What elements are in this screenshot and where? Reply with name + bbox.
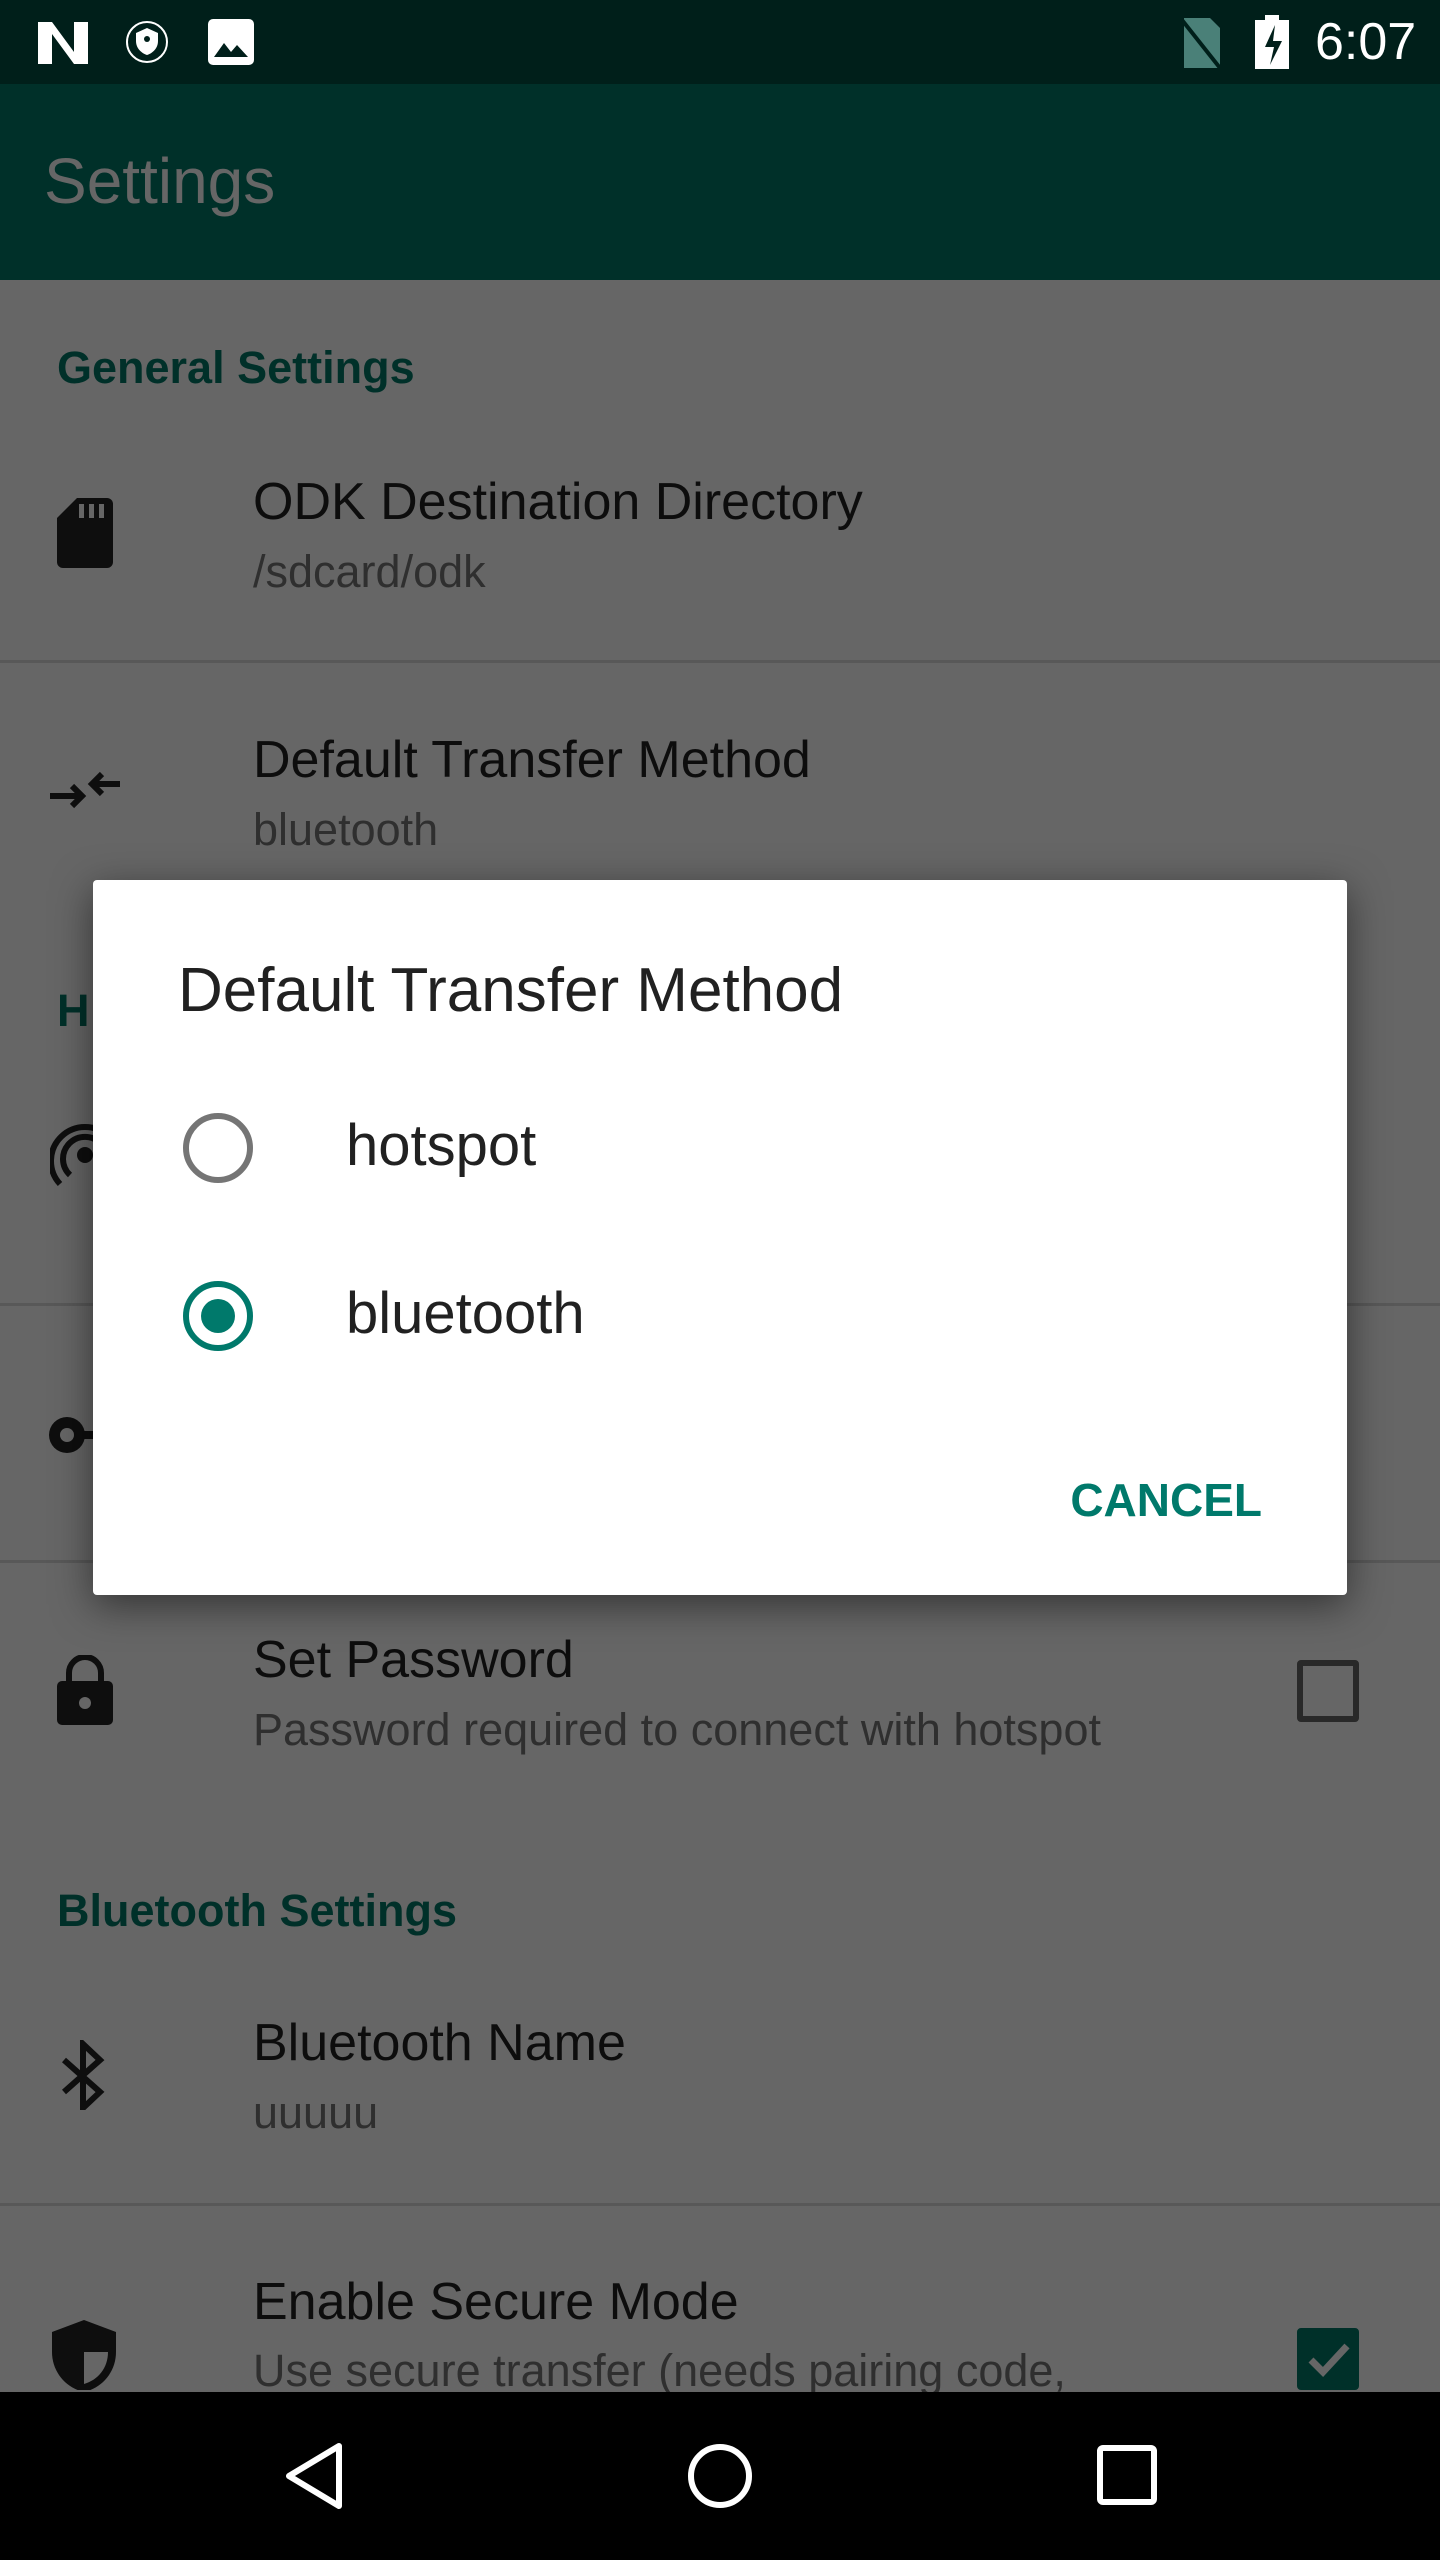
section-header-general: General Settings (57, 342, 415, 393)
divider (0, 2203, 1440, 2206)
radio-hotspot[interactable] (183, 1113, 253, 1183)
section-header-bluetooth: Bluetooth Settings (57, 1885, 457, 1936)
secure-mode-checkbox[interactable] (1297, 2328, 1359, 2390)
option-label: bluetooth (346, 1281, 585, 1346)
setting-title: Enable Secure Mode (253, 2273, 739, 2331)
status-bar: 6:07 (0, 0, 1440, 84)
transfer-method-dialog: Default Transfer Method hotspot bluetoot… (93, 880, 1347, 1595)
n-logo-icon (38, 22, 88, 64)
setting-title: Set Password (253, 1631, 574, 1689)
image-icon (208, 19, 254, 65)
battery-charging-icon (1255, 15, 1289, 69)
navigation-bar (0, 2392, 1440, 2560)
home-icon[interactable] (686, 2442, 754, 2510)
check-icon (1308, 2343, 1350, 2378)
sd-card-icon (57, 498, 113, 568)
recents-icon[interactable] (1096, 2444, 1158, 2506)
setting-title: ODK Destination Directory (253, 473, 863, 531)
divider (0, 660, 1440, 663)
page-title: Settings (44, 145, 276, 217)
cancel-button[interactable]: CANCEL (1070, 1473, 1262, 1527)
status-time: 6:07 (1315, 13, 1417, 71)
setting-summary: Use secure transfer (needs pairing code, (253, 2345, 1066, 2396)
dialog-title: Default Transfer Method (178, 956, 844, 1025)
shield-icon (52, 2320, 116, 2390)
lock-icon (57, 1655, 113, 1725)
bluetooth-icon (62, 2040, 105, 2110)
setting-summary: bluetooth (253, 804, 439, 855)
setting-summary: Password required to connect with hotspo… (253, 1704, 1101, 1755)
vpn-shield-icon (126, 21, 168, 63)
setting-title: Default Transfer Method (253, 731, 811, 789)
set-password-checkbox[interactable] (1297, 1660, 1359, 1722)
setting-title: Bluetooth Name (253, 2014, 626, 2072)
app-bar: Settings (0, 84, 1440, 280)
radio-bluetooth[interactable] (183, 1281, 253, 1351)
section-header-hotspot: H (57, 985, 90, 1036)
setting-summary: /sdcard/odk (253, 546, 486, 597)
back-icon[interactable] (285, 2442, 345, 2510)
setting-summary: uuuuu (253, 2087, 379, 2138)
no-sim-icon (1180, 18, 1222, 68)
option-label: hotspot (346, 1113, 537, 1178)
transfer-arrows-icon (50, 771, 120, 809)
